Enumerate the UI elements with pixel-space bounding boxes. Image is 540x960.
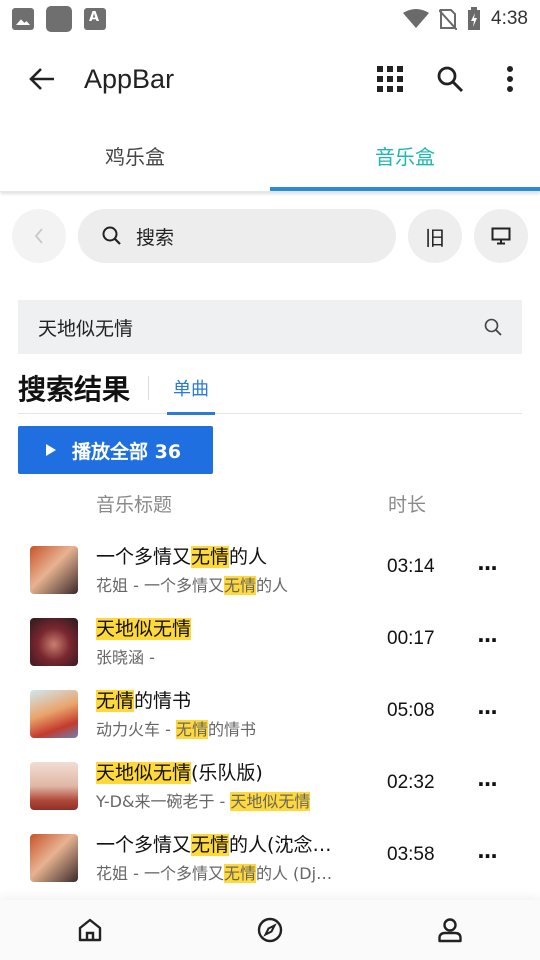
bottom-nav xyxy=(0,900,540,960)
song-row[interactable]: 天地似无情(乐队版) Y-D&来一碗老于 - 天地似无情 02:32 ··· xyxy=(0,750,540,822)
song-more-button[interactable]: ··· xyxy=(474,842,500,870)
grid-icon xyxy=(377,66,403,92)
nav-home[interactable] xyxy=(76,916,104,944)
column-headers: 音乐标题 时长 xyxy=(0,486,540,520)
album-cover xyxy=(30,618,78,666)
search-button[interactable] xyxy=(420,38,480,120)
song-subtitle: 张晓涵 - xyxy=(96,648,155,667)
album-cover xyxy=(30,546,78,594)
battery-charging-icon xyxy=(468,7,481,30)
song-subtitle: 花姐 - 一个多情又无情的人 xyxy=(96,576,288,595)
search-box[interactable]: 搜索 xyxy=(78,209,396,263)
app-icon xyxy=(46,6,72,32)
screen-button[interactable] xyxy=(474,209,528,263)
status-bar: A 4:38 xyxy=(0,0,540,38)
tab-singles[interactable]: 单曲 xyxy=(167,362,216,415)
song-duration: 03:14 xyxy=(387,556,435,577)
nav-profile[interactable] xyxy=(436,916,464,944)
album-cover xyxy=(30,834,78,882)
old-label: 旧 xyxy=(425,225,445,250)
album-cover xyxy=(30,762,78,810)
a-icon-glyph: A xyxy=(89,10,100,25)
tab-jilehe[interactable]: 鸡乐盒 xyxy=(0,120,270,191)
song-more-button[interactable]: ··· xyxy=(474,626,500,654)
nav-back-button[interactable] xyxy=(12,209,66,263)
status-left-icons: A xyxy=(12,6,106,32)
song-list: 一个多情又无情的人 花姐 - 一个多情又无情的人 03:14 ··· 天地似无情… xyxy=(0,534,540,894)
play-all-label: 播放全部 36 xyxy=(72,440,182,463)
home-icon xyxy=(78,918,102,942)
old-version-button[interactable]: 旧 xyxy=(408,209,462,263)
clock: 4:38 xyxy=(491,8,528,29)
play-all-button[interactable]: 播放全部 36 xyxy=(18,426,213,474)
more-button[interactable] xyxy=(480,38,540,120)
song-row[interactable]: 无情的情书 动力火车 - 无情的情书 05:08 ··· xyxy=(0,678,540,750)
song-duration: 02:32 xyxy=(387,772,435,793)
image-icon xyxy=(12,8,34,30)
song-subtitle: 花姐 - 一个多情又无情的人 (Dj… xyxy=(96,864,333,883)
query-input[interactable]: 天地似无情 xyxy=(18,300,522,354)
results-header: 搜索结果 单曲 xyxy=(18,362,522,415)
song-row[interactable]: 一个多情又无情的人(沈念… 花姐 - 一个多情又无情的人 (Dj… 03:58 … xyxy=(0,822,540,894)
song-subtitle: 动力火车 - 无情的情书 xyxy=(96,720,256,739)
song-title: 一个多情又无情的人(沈念… xyxy=(96,834,332,856)
nav-discover[interactable] xyxy=(256,916,284,944)
no-sim-icon xyxy=(439,9,458,30)
song-subtitle: Y-D&来一碗老于 - 天地似无情 xyxy=(96,792,311,811)
song-title: 一个多情又无情的人 xyxy=(96,546,268,568)
play-icon xyxy=(46,444,56,456)
compass-icon xyxy=(257,917,283,943)
chevron-left-icon xyxy=(34,228,43,244)
more-vert-icon xyxy=(507,66,513,92)
song-title: 天地似无情 xyxy=(96,618,192,640)
query-text: 天地似无情 xyxy=(38,317,134,340)
status-right-icons: 4:38 xyxy=(403,7,528,31)
column-title: 音乐标题 xyxy=(96,494,173,516)
song-duration: 03:58 xyxy=(387,844,435,865)
song-duration: 05:08 xyxy=(387,700,435,721)
search-icon xyxy=(437,66,464,93)
app-bar-actions xyxy=(360,38,540,120)
page-title: AppBar xyxy=(84,63,175,94)
divider xyxy=(148,375,150,400)
wifi-icon xyxy=(403,9,430,28)
song-title: 无情的情书 xyxy=(96,690,192,712)
tab-yinyuehe[interactable]: 音乐盒 xyxy=(270,120,540,191)
a-icon: A xyxy=(84,8,106,30)
back-arrow-icon xyxy=(29,68,54,90)
back-button[interactable] xyxy=(0,38,84,120)
song-more-button[interactable]: ··· xyxy=(474,698,500,726)
tab-bar: 鸡乐盒 音乐盒 xyxy=(0,120,540,192)
search-row: 搜索 旧 xyxy=(0,209,540,263)
profile-icon xyxy=(438,918,462,943)
song-more-button[interactable]: ··· xyxy=(474,554,500,582)
album-cover xyxy=(30,690,78,738)
monitor-icon xyxy=(491,227,511,245)
song-duration: 00:17 xyxy=(387,628,435,649)
song-more-button[interactable]: ··· xyxy=(474,770,500,798)
grid-button[interactable] xyxy=(360,38,420,120)
song-row[interactable]: 一个多情又无情的人 花姐 - 一个多情又无情的人 03:14 ··· xyxy=(0,534,540,606)
results-heading: 搜索结果 xyxy=(18,372,131,406)
search-icon xyxy=(102,226,121,245)
search-placeholder: 搜索 xyxy=(136,226,175,249)
column-duration: 时长 xyxy=(388,494,427,516)
search-icon[interactable] xyxy=(484,318,502,336)
song-row[interactable]: 天地似无情 张晓涵 - 00:17 ··· xyxy=(0,606,540,678)
app-bar: AppBar xyxy=(0,38,540,120)
song-title: 天地似无情(乐队版) xyxy=(96,762,263,784)
